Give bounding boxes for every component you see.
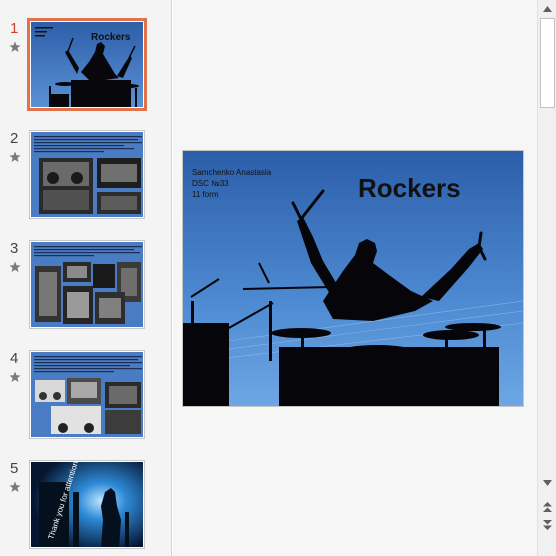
arrow-up-icon [543, 6, 552, 12]
slide-number: 4 [10, 350, 19, 367]
slide-thumbnail-4[interactable] [29, 350, 145, 439]
next-slide-button[interactable] [540, 518, 555, 532]
rocker-portraits-image [31, 242, 143, 327]
scroll-down-button[interactable] [540, 476, 555, 490]
author-name: Samchenko Anastasia [192, 168, 272, 177]
slide-number: 2 [10, 130, 19, 147]
slide-thumbnail-2[interactable] [29, 130, 145, 219]
author-form: 11 form [192, 190, 219, 199]
vertical-scrollbar[interactable] [537, 0, 556, 556]
author-school: DSC №33 [192, 179, 229, 188]
star-icon[interactable] [9, 371, 21, 383]
star-icon[interactable] [9, 261, 21, 273]
slide-number: 1 [10, 20, 19, 37]
double-chevron-down-icon [543, 519, 552, 530]
author-info: Samchenko Anastasia DSC №33 11 form [192, 167, 271, 200]
concert-light-image: Thank you for attention [31, 462, 143, 547]
slide-title[interactable]: Rockers [358, 173, 461, 204]
slide-number: 3 [10, 240, 19, 257]
slide-thumbnail-3[interactable] [29, 240, 145, 329]
arrow-down-icon [543, 480, 552, 486]
slide-thumbnail-pane[interactable]: 1 Rockers 2 3 4 5 Thank you for attentio… [0, 0, 172, 556]
star-icon[interactable] [9, 41, 21, 53]
previous-slide-button[interactable] [540, 500, 555, 514]
double-chevron-up-icon [543, 501, 552, 512]
slide-editing-area[interactable]: Samchenko Anastasia DSC №33 11 form Rock… [173, 0, 537, 556]
slide-number: 5 [10, 460, 19, 477]
star-icon[interactable] [9, 481, 21, 493]
scroll-thumb[interactable] [540, 18, 555, 108]
scroll-up-button[interactable] [540, 2, 555, 16]
star-icon[interactable] [9, 151, 21, 163]
thumbnail-title: Rockers [91, 32, 131, 43]
drummer-silhouette-image: Rockers [31, 22, 143, 107]
main-slide[interactable]: Samchenko Anastasia DSC №33 11 form Rock… [182, 150, 524, 407]
slide-thumbnail-5[interactable]: Thank you for attention [29, 460, 145, 549]
motorcycle-photos-image [31, 132, 143, 217]
slide-thumbnail-1[interactable]: Rockers [27, 18, 147, 111]
vintage-bikes-image [31, 352, 143, 437]
